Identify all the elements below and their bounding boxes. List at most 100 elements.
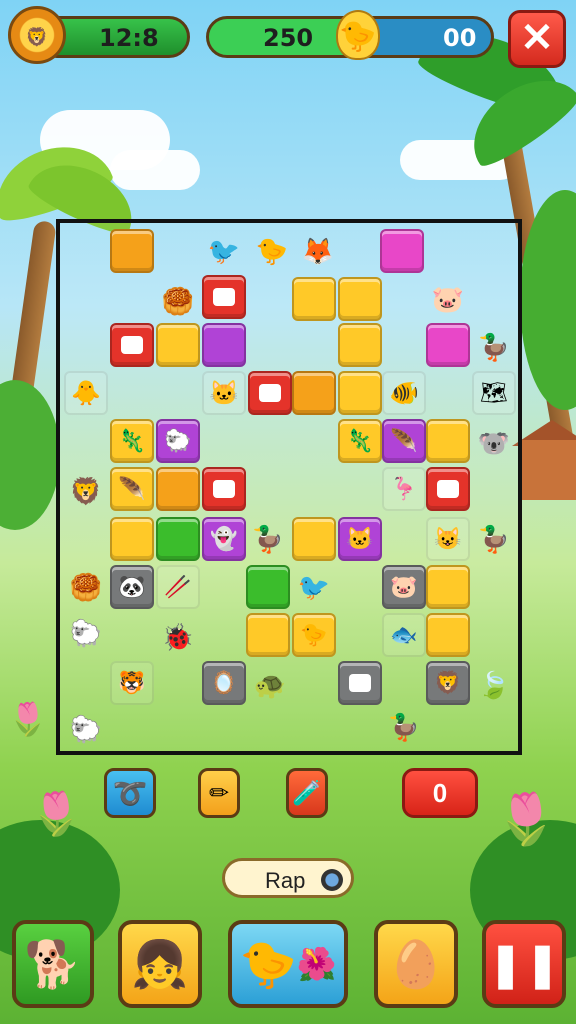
duck-icon[interactable]: 🦆: [472, 325, 516, 369]
egg-face-icon: 🥚: [387, 937, 445, 990]
tile-yellow[interactable]: [338, 371, 382, 415]
counter-button[interactable]: 0: [402, 768, 478, 818]
tile-red-face[interactable]: [202, 467, 246, 511]
tile-red-face[interactable]: [110, 323, 154, 367]
tile-red-face[interactable]: [426, 467, 470, 511]
cloud: [110, 150, 200, 190]
face-icon: [121, 336, 143, 354]
fox-icon[interactable]: 🦊: [296, 229, 340, 273]
tile-yellow[interactable]: 🪶: [110, 467, 154, 511]
lion-icon: 🦁: [8, 6, 66, 64]
score-text: 250: [263, 24, 314, 52]
tile-clear[interactable]: 🗺: [472, 371, 516, 415]
pink-flower-icon: 🌷: [8, 701, 48, 737]
tile-purple[interactable]: 🐑: [156, 419, 200, 463]
turtle-icon[interactable]: 🐢: [248, 663, 292, 707]
ladybug-icon[interactable]: 🐞: [156, 615, 200, 659]
garden-tab[interactable]: 🐤 🌺: [228, 920, 348, 1008]
tile-pink[interactable]: [426, 323, 470, 367]
squash-icon[interactable]: 🥮: [64, 565, 108, 609]
pink-flower-icon: 🌷: [495, 791, 558, 847]
raccoon-icon[interactable]: 🐨: [472, 421, 516, 465]
avatar-tab[interactable]: 👧: [118, 920, 202, 1008]
sheep-icon[interactable]: 🐑: [64, 611, 108, 655]
duck-icon[interactable]: 🦆: [382, 705, 426, 749]
tile-orange[interactable]: [156, 467, 200, 511]
tile-gray[interactable]: [338, 661, 382, 705]
tile-clear[interactable]: 😺: [426, 517, 470, 561]
tile-gray[interactable]: 🦁: [426, 661, 470, 705]
house: [520, 440, 576, 500]
face-icon: [213, 288, 235, 306]
egg-tab[interactable]: 🥚: [374, 920, 458, 1008]
tile-yellow[interactable]: [338, 277, 382, 321]
face-icon: [213, 480, 235, 498]
chick-icon: 🐤: [336, 10, 380, 60]
timer-text: 12:8: [99, 24, 159, 52]
chick-icon: 🐤: [239, 937, 297, 990]
tile-orange[interactable]: [292, 371, 336, 415]
squash-icon[interactable]: 🥮: [156, 279, 200, 323]
tile-red-face[interactable]: [248, 371, 292, 415]
tile-clear[interactable]: 🐟: [382, 613, 426, 657]
tile-yellow[interactable]: [338, 323, 382, 367]
tile-purple[interactable]: 👻: [202, 517, 246, 561]
tile-yellow[interactable]: [156, 323, 200, 367]
tile-clear[interactable]: 🐱: [202, 371, 246, 415]
pencil-button[interactable]: ✏: [198, 768, 240, 818]
tile-purple[interactable]: 🐱: [338, 517, 382, 561]
tile-yellow[interactable]: [426, 419, 470, 463]
tile-yellow[interactable]: [426, 613, 470, 657]
lion-icon[interactable]: 🦁: [64, 469, 108, 513]
tile-red-face[interactable]: [202, 275, 246, 319]
close-button[interactable]: ✕: [508, 10, 566, 68]
face-icon: [349, 674, 371, 692]
pause-button[interactable]: ❚❚: [482, 920, 566, 1008]
duck-icon[interactable]: 🦆: [472, 517, 516, 561]
tile-yellow[interactable]: 🦎: [110, 419, 154, 463]
tile-yellow[interactable]: 🐤: [292, 613, 336, 657]
potion-button[interactable]: 🧪: [286, 768, 328, 818]
pause-icon: ❚❚: [487, 939, 561, 989]
game-scene: 🌷 🌷 🌷 12:8 🦁 250 00 🐤 ✕ 🐦 🐤 🦊 🥮 🐷 🦆 🐥 🐱 …: [0, 0, 576, 1024]
tile-yellow[interactable]: [292, 277, 336, 321]
pig-icon[interactable]: 🐷: [426, 277, 470, 321]
animal-tab[interactable]: 🐕: [12, 920, 94, 1008]
girl-avatar-icon: 👧: [131, 937, 189, 990]
duck-icon[interactable]: 🦆: [246, 517, 290, 561]
tile-orange[interactable]: [110, 229, 154, 273]
tile-green[interactable]: [156, 517, 200, 561]
dog-icon: 🐕: [24, 937, 82, 990]
tile-gray[interactable]: 🪞: [202, 661, 246, 705]
tile-clear[interactable]: 🥢: [156, 565, 200, 609]
tile-yellow[interactable]: [110, 517, 154, 561]
tile-clear[interactable]: 🐠: [382, 371, 426, 415]
bird-icon[interactable]: 🐦: [292, 565, 336, 609]
face-icon: [259, 384, 281, 402]
flower-icon: 🌺: [296, 946, 337, 982]
tile-yellow[interactable]: [426, 565, 470, 609]
tile-clear[interactable]: 🦩: [382, 467, 426, 511]
tile-purple[interactable]: 🪶: [382, 419, 426, 463]
tile-gray[interactable]: 🐷: [382, 565, 426, 609]
bird-icon[interactable]: 🐦: [202, 229, 246, 273]
chick-icon[interactable]: 🐤: [250, 229, 294, 273]
tile-yellow[interactable]: 🦎: [338, 419, 382, 463]
swap-button[interactable]: ➰: [104, 768, 156, 818]
tile-yellow[interactable]: [246, 613, 290, 657]
tile-green[interactable]: [246, 565, 290, 609]
sheep-icon[interactable]: 🐑: [64, 707, 108, 751]
tile-purple[interactable]: [202, 323, 246, 367]
leaf-icon[interactable]: 🍃: [472, 663, 516, 707]
pencil-icon: ✏: [208, 779, 230, 807]
tile-pink[interactable]: [380, 229, 424, 273]
rap-label: Rap: [265, 868, 306, 893]
bush: [0, 380, 60, 530]
rap-button[interactable]: Rap: [222, 858, 354, 898]
tile-clear[interactable]: 🐯: [110, 661, 154, 705]
tile-clear[interactable]: 🐥: [64, 371, 108, 415]
pink-flower-icon: 🌷: [30, 790, 83, 837]
tile-gray[interactable]: 🐼: [110, 565, 154, 609]
tile-yellow[interactable]: [292, 517, 336, 561]
face-icon: [437, 480, 459, 498]
